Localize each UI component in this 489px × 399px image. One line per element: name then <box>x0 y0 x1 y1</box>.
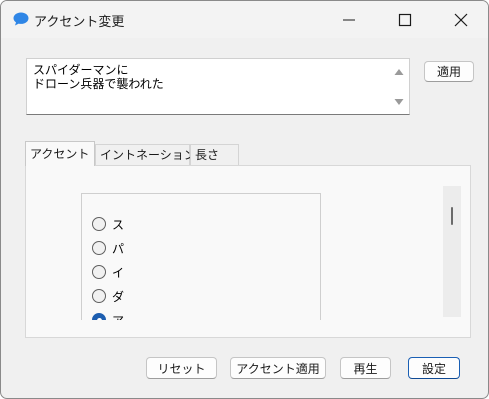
speech-bubble-icon <box>13 12 29 26</box>
accent-option[interactable]: イ <box>92 263 124 281</box>
text-input-value[interactable]: スパイダーマンに ドローン兵器で襲われた <box>33 63 164 91</box>
radio-button[interactable] <box>92 289 106 303</box>
minimize-icon <box>343 19 355 21</box>
accent-option-label: ア <box>112 312 124 321</box>
text-scrollbar[interactable] <box>389 59 409 114</box>
maximize-button[interactable] <box>382 1 428 38</box>
title-bar[interactable]: アクセント変更 <box>1 1 488 38</box>
reset-button[interactable]: リセット <box>146 357 217 379</box>
maximize-icon <box>398 13 412 27</box>
apply-button[interactable]: 適用 <box>424 61 474 82</box>
radio-button[interactable] <box>92 217 106 231</box>
accent-apply-button[interactable]: アクセント適用 <box>230 357 326 379</box>
accent-option[interactable]: ダ <box>92 287 124 305</box>
tab-length[interactable]: 長さ <box>190 144 239 166</box>
play-button[interactable]: 再生 <box>340 357 391 379</box>
accent-option-label: イ <box>112 265 125 280</box>
scroll-down-arrow-icon[interactable] <box>394 98 404 106</box>
radio-button[interactable] <box>92 265 106 279</box>
minimize-button[interactable] <box>326 1 372 38</box>
scrollbar-thumb[interactable] <box>451 207 453 225</box>
panel-scrollbar[interactable] <box>443 186 461 317</box>
close-icon <box>454 13 468 27</box>
tab-accent[interactable]: アクセント <box>25 141 95 166</box>
text-input-box[interactable]: スパイダーマンに ドローン兵器で襲われた <box>26 58 410 115</box>
window-title: アクセント変更 <box>34 15 125 30</box>
settings-button[interactable]: 設定 <box>408 357 460 379</box>
tab-intonation[interactable]: イントネーション <box>95 144 196 166</box>
accent-option-label: ダ <box>112 289 125 304</box>
accent-option[interactable]: パ <box>92 239 124 257</box>
accent-radio-list: ス パ イ ダ ア <box>81 193 321 320</box>
close-button[interactable] <box>438 1 484 38</box>
accent-tab-panel: ス パ イ ダ ア <box>25 165 471 338</box>
accent-option-label: パ <box>112 241 125 256</box>
radio-button-selected[interactable] <box>92 313 106 320</box>
radio-button[interactable] <box>92 241 106 255</box>
accent-option[interactable]: ス <box>92 215 124 233</box>
accent-option[interactable]: ア <box>92 311 124 320</box>
scroll-up-arrow-icon[interactable] <box>394 68 404 76</box>
accent-change-window: アクセント変更 スパイダーマンに ドローン兵器で襲われた 適用 アクセント イン… <box>0 0 489 399</box>
accent-option-label: ス <box>112 217 125 232</box>
